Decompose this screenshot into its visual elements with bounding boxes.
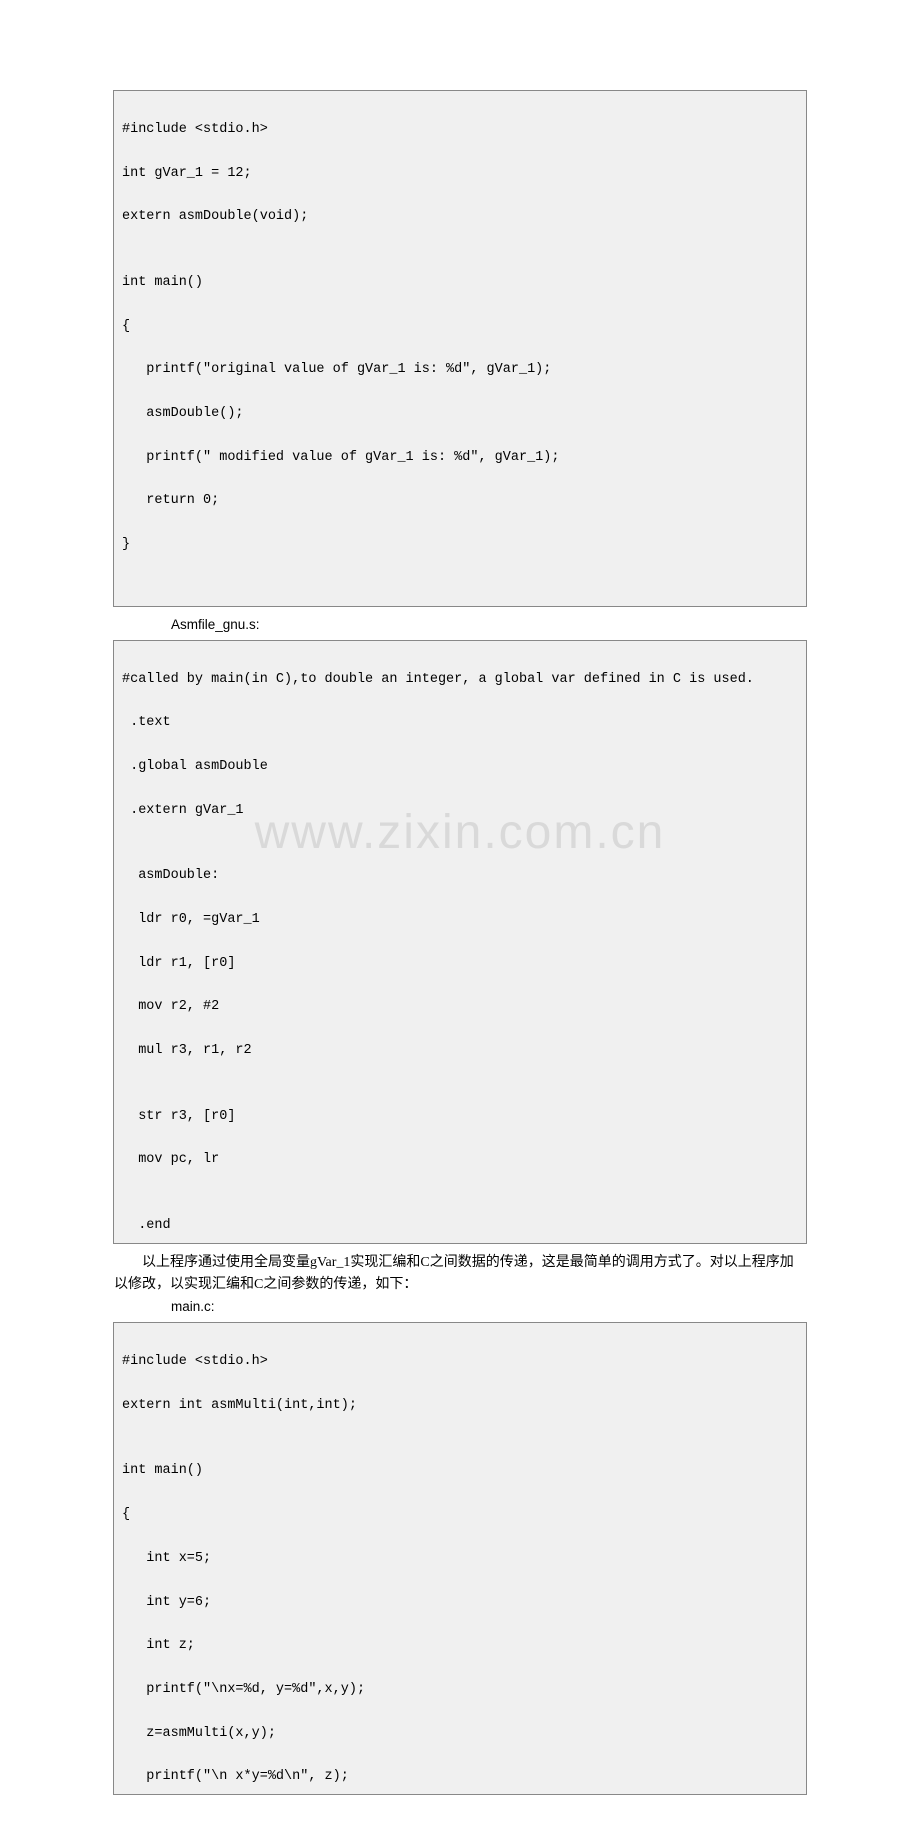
code-block-3: #include <stdio.h> extern int asmMulti(i… — [113, 1322, 807, 1795]
code-line: printf("\nx=%d, y=%d",x,y); — [122, 1679, 798, 1701]
code-line: int y=6; — [122, 1592, 798, 1614]
code-line: extern int asmMulti(int,int); — [122, 1395, 798, 1417]
code-line: int main() — [122, 1460, 798, 1482]
code-line: asmDouble: — [122, 865, 798, 887]
code-line: } — [122, 534, 798, 556]
code-line: return 0; — [122, 490, 798, 512]
code-line: int z; — [122, 1635, 798, 1657]
code-line: extern asmDouble(void); — [122, 206, 798, 228]
code-line: int gVar_1 = 12; — [122, 163, 798, 185]
code-line: .global asmDouble — [122, 756, 798, 778]
code-line: mov pc, lr — [122, 1149, 798, 1171]
code-line: int main() — [122, 272, 798, 294]
filename-label-main-c: main.c: — [113, 1297, 807, 1318]
code-line: printf("\n x*y=%d\n", z); — [122, 1766, 798, 1788]
code-line: printf(" modified value of gVar_1 is: %d… — [122, 447, 798, 469]
code-line: mul r3, r1, r2 — [122, 1040, 798, 1062]
code-line — [122, 578, 798, 600]
code-line: asmDouble(); — [122, 403, 798, 425]
code-line: str r3, [r0] — [122, 1106, 798, 1128]
code-line: { — [122, 1504, 798, 1526]
code-line: { — [122, 316, 798, 338]
paragraph-explanation: 以上程序通过使用全局变量gVar_1实现汇编和C之间数据的传递，这是最简单的调用… — [113, 1252, 807, 1295]
code-line: ldr r0, =gVar_1 — [122, 909, 798, 931]
code-line: #include <stdio.h> — [122, 1351, 798, 1373]
document-page: #include <stdio.h> int gVar_1 = 12; exte… — [0, 0, 920, 1843]
code-line: z=asmMulti(x,y); — [122, 1723, 798, 1745]
filename-label-asmfile: Asmfile_gnu.s: — [113, 615, 807, 636]
watermark-container: #called by main(in C),to double an integ… — [113, 640, 807, 1244]
code-line: .text — [122, 712, 798, 734]
code-line: int x=5; — [122, 1548, 798, 1570]
code-line: #called by main(in C),to double an integ… — [122, 669, 798, 691]
code-line: #include <stdio.h> — [122, 119, 798, 141]
code-block-2: #called by main(in C),to double an integ… — [113, 640, 807, 1244]
code-line: printf("original value of gVar_1 is: %d"… — [122, 359, 798, 381]
code-line: mov r2, #2 — [122, 996, 798, 1018]
code-line: .extern gVar_1 — [122, 800, 798, 822]
code-block-1: #include <stdio.h> int gVar_1 = 12; exte… — [113, 90, 807, 607]
code-line: ldr r1, [r0] — [122, 953, 798, 975]
code-line: .end — [122, 1215, 798, 1237]
